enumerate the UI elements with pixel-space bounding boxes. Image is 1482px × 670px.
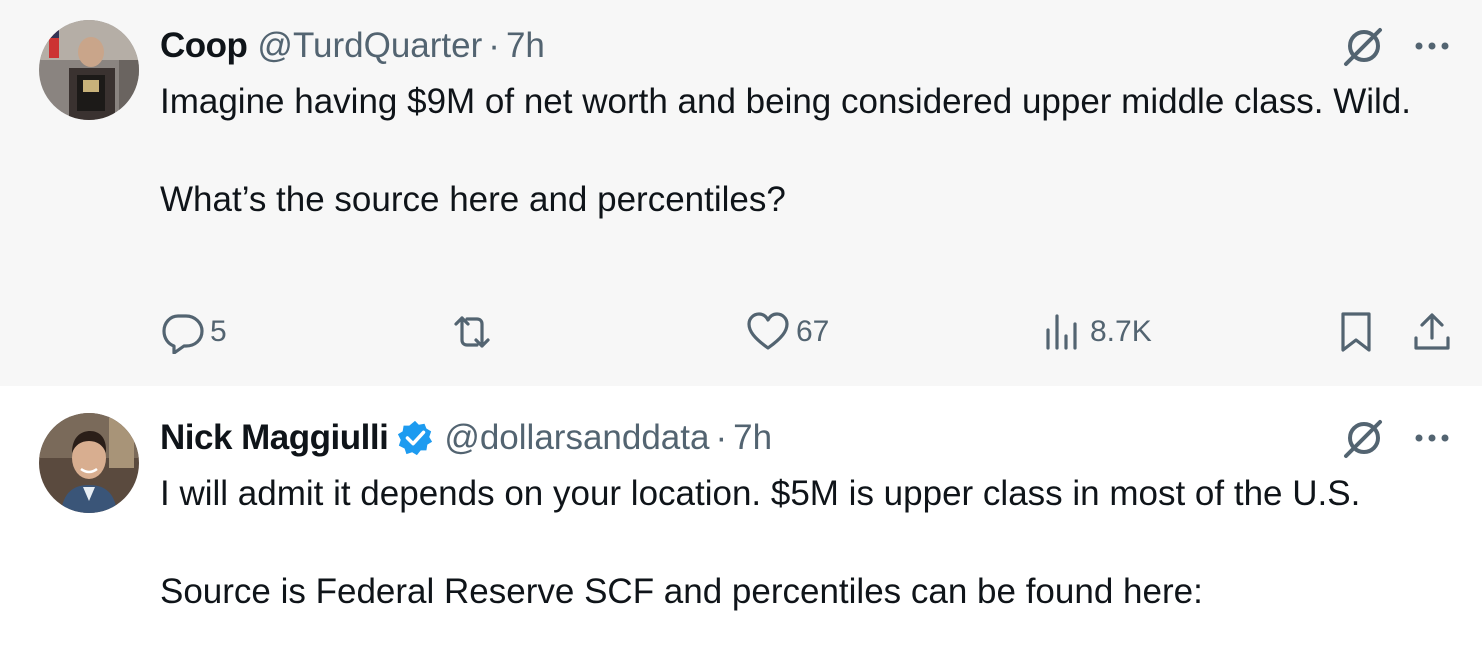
like-count: 67: [796, 315, 830, 348]
display-name[interactable]: Nick Maggiulli: [160, 418, 389, 458]
reply-count: 5: [210, 315, 227, 348]
reply-bubble-icon: [162, 314, 204, 354]
tweet-paragraph: I will admit it depends on your location…: [160, 474, 1361, 513]
tweet-paragraph: Imagine having $9M of net worth and bein…: [160, 82, 1411, 121]
tweet-paragraph: What’s the source here and percentiles?: [160, 180, 786, 219]
views-button[interactable]: 8.7K: [1040, 305, 1152, 359]
grok-slash-circle-icon[interactable]: [1340, 416, 1386, 462]
avatar[interactable]: [39, 20, 139, 120]
ellipsis-icon[interactable]: [1412, 428, 1452, 448]
bookmark-button[interactable]: [1334, 305, 1378, 359]
timestamp[interactable]: 7h: [733, 418, 772, 458]
display-name[interactable]: Coop: [160, 26, 248, 66]
avatar-image-nick: [39, 413, 139, 513]
tweet-paragraph: Source is Federal Reserve SCF and percen…: [160, 572, 1203, 611]
repost-arrows-icon: [454, 316, 490, 348]
tweet-coop[interactable]: Coop @TurdQuarter · 7h Imagine having $9…: [0, 0, 1482, 386]
avatar[interactable]: [39, 413, 139, 513]
separator-dot: ·: [488, 26, 500, 65]
grok-slash-circle-icon[interactable]: [1340, 24, 1386, 70]
avatar-image-coop: [39, 20, 139, 120]
ellipsis-icon[interactable]: [1412, 36, 1452, 56]
share-button[interactable]: [1410, 305, 1454, 359]
views-count: 8.7K: [1090, 315, 1152, 348]
bookmark-icon: [1341, 312, 1371, 352]
like-button[interactable]: 67: [746, 305, 829, 359]
bar-chart-icon: [1046, 314, 1077, 350]
action-bar: 5 67 8.7K: [160, 305, 1460, 359]
timestamp[interactable]: 7h: [506, 26, 545, 66]
heart-icon: [747, 312, 789, 350]
verified-badge-icon[interactable]: [396, 419, 434, 457]
tweet-text: I will admit it depends on your location…: [160, 469, 1460, 616]
handle[interactable]: @TurdQuarter: [257, 26, 482, 66]
share-upload-icon: [1414, 313, 1450, 350]
reply-button[interactable]: 5: [160, 305, 227, 359]
tweet-header: Coop @TurdQuarter · 7h: [160, 22, 545, 70]
tweet-text: Imagine having $9M of net worth and bein…: [160, 77, 1460, 224]
repost-button[interactable]: [450, 305, 494, 359]
tweet-header: Nick Maggiulli @dollarsanddata · 7h: [160, 414, 772, 462]
separator-dot: ·: [715, 418, 728, 457]
handle[interactable]: @dollarsanddata: [444, 418, 709, 458]
